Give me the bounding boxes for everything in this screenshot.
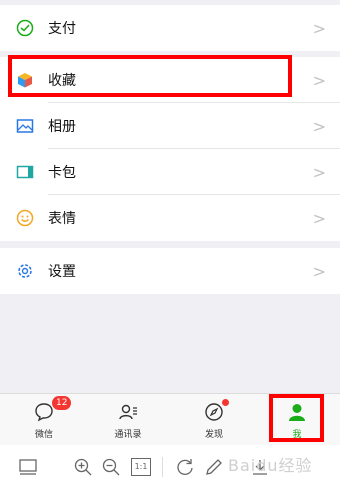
chevron-right-icon: > [312,162,326,182]
menu-item-label: 设置 [48,264,76,280]
zoom-out-icon[interactable] [101,457,121,477]
chevron-right-icon: > [312,208,326,228]
tab-chats[interactable]: 12 微信 [10,394,78,446]
tab-discover[interactable]: 发现 [180,394,248,446]
tab-contacts[interactable]: 通讯录 [94,394,162,446]
menu-item-label: 相册 [48,119,76,135]
tab-label: 发现 [204,430,223,440]
tab-label: 通讯录 [114,430,142,440]
menu-item-label: 支付 [48,21,76,37]
unread-badge: 12 [52,396,72,410]
tab-label: 微信 [34,430,53,440]
menu-item-stickers[interactable]: 表情 > [0,195,340,241]
chevron-right-icon: > [312,261,326,281]
menu-item-cards[interactable]: 卡包 > [0,149,340,195]
me-tab-highlight-box [269,394,324,442]
wechat-pay-icon [16,19,34,37]
baidu-watermark: Baidu经验 [228,456,313,475]
chevron-right-icon: > [312,70,326,90]
photo-album-icon [16,119,34,133]
chevron-right-icon: > [312,116,326,136]
card-wallet-icon [16,165,34,179]
chevron-right-icon: > [312,18,326,38]
menu-section-pay: 支付 > [0,5,340,51]
menu-item-settings[interactable]: 设置 > [0,248,340,294]
compass-icon [205,403,223,421]
gear-icon [18,264,32,278]
new-dot-indicator [222,399,229,406]
zoom-in-icon[interactable] [73,457,93,477]
contacts-icon [119,404,137,420]
menu-item-label: 卡包 [48,165,76,181]
menu-item-album[interactable]: 相册 > [0,103,340,149]
toolbar-divider [162,457,163,477]
sticker-smiley-icon [16,209,34,227]
menu-item-label: 表情 [48,211,76,227]
actual-size-button[interactable]: 1:1 [131,458,151,476]
rotate-icon[interactable] [175,457,195,477]
edit-pencil-icon[interactable] [204,457,224,477]
menu-item-pay[interactable]: 支付 > [0,5,340,51]
menu-section-settings: 设置 > [0,248,340,294]
actual-size-label: 1:1 [134,462,148,471]
favorites-highlight-box [8,55,292,97]
thumbnail-view-icon[interactable] [18,457,38,477]
chat-bubble-icon [35,403,53,422]
